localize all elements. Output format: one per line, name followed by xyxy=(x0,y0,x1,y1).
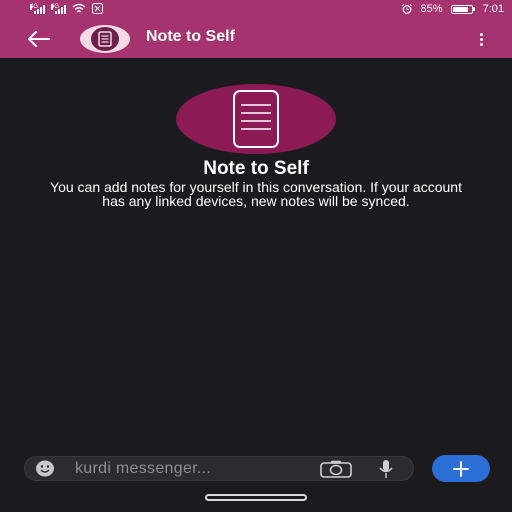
more-vertical-icon xyxy=(479,32,483,36)
status-left-group: 4G 4G xyxy=(30,3,103,14)
back-button[interactable] xyxy=(22,26,56,52)
plus-icon xyxy=(453,460,469,477)
compose-bar xyxy=(24,456,414,481)
battery-icon xyxy=(450,4,475,14)
conversation-avatar[interactable] xyxy=(80,25,130,53)
signal-2-icon: 4G xyxy=(51,3,66,14)
battery-percent: 85% xyxy=(420,3,443,15)
note-document-icon xyxy=(98,31,112,47)
intro-title: Note to Self xyxy=(203,158,309,179)
signal-1-icon: 4G xyxy=(30,3,45,14)
home-indicator[interactable] xyxy=(205,494,307,501)
status-right-group: 85% 7:01 xyxy=(401,3,504,15)
notification-icon xyxy=(92,3,103,14)
note-to-self-avatar xyxy=(176,84,336,154)
conversation-title[interactable]: Note to Self xyxy=(146,28,235,46)
emoji-button[interactable] xyxy=(35,460,55,477)
camera-icon xyxy=(320,460,352,478)
attach-button[interactable] xyxy=(432,455,490,482)
conversation-toolbar: Note to Self xyxy=(0,20,512,58)
message-input[interactable] xyxy=(75,458,305,479)
intro-description: You can add notes for yourself in this c… xyxy=(50,179,462,209)
note-document-icon xyxy=(233,90,279,148)
clock: 7:01 xyxy=(482,3,504,15)
more-options-button[interactable] xyxy=(472,28,490,50)
microphone-icon xyxy=(379,460,393,478)
signal-1-type: 4G xyxy=(30,3,39,10)
signal-2-type: 4G xyxy=(51,3,60,10)
microphone-button[interactable] xyxy=(375,459,397,479)
smiley-face-icon xyxy=(36,460,54,477)
camera-button[interactable] xyxy=(319,460,353,478)
wifi-icon xyxy=(72,3,86,13)
alarm-icon xyxy=(401,4,412,14)
arrow-left-icon xyxy=(28,31,50,47)
status-bar: 4G 4G 85% 7:01 xyxy=(0,0,512,20)
